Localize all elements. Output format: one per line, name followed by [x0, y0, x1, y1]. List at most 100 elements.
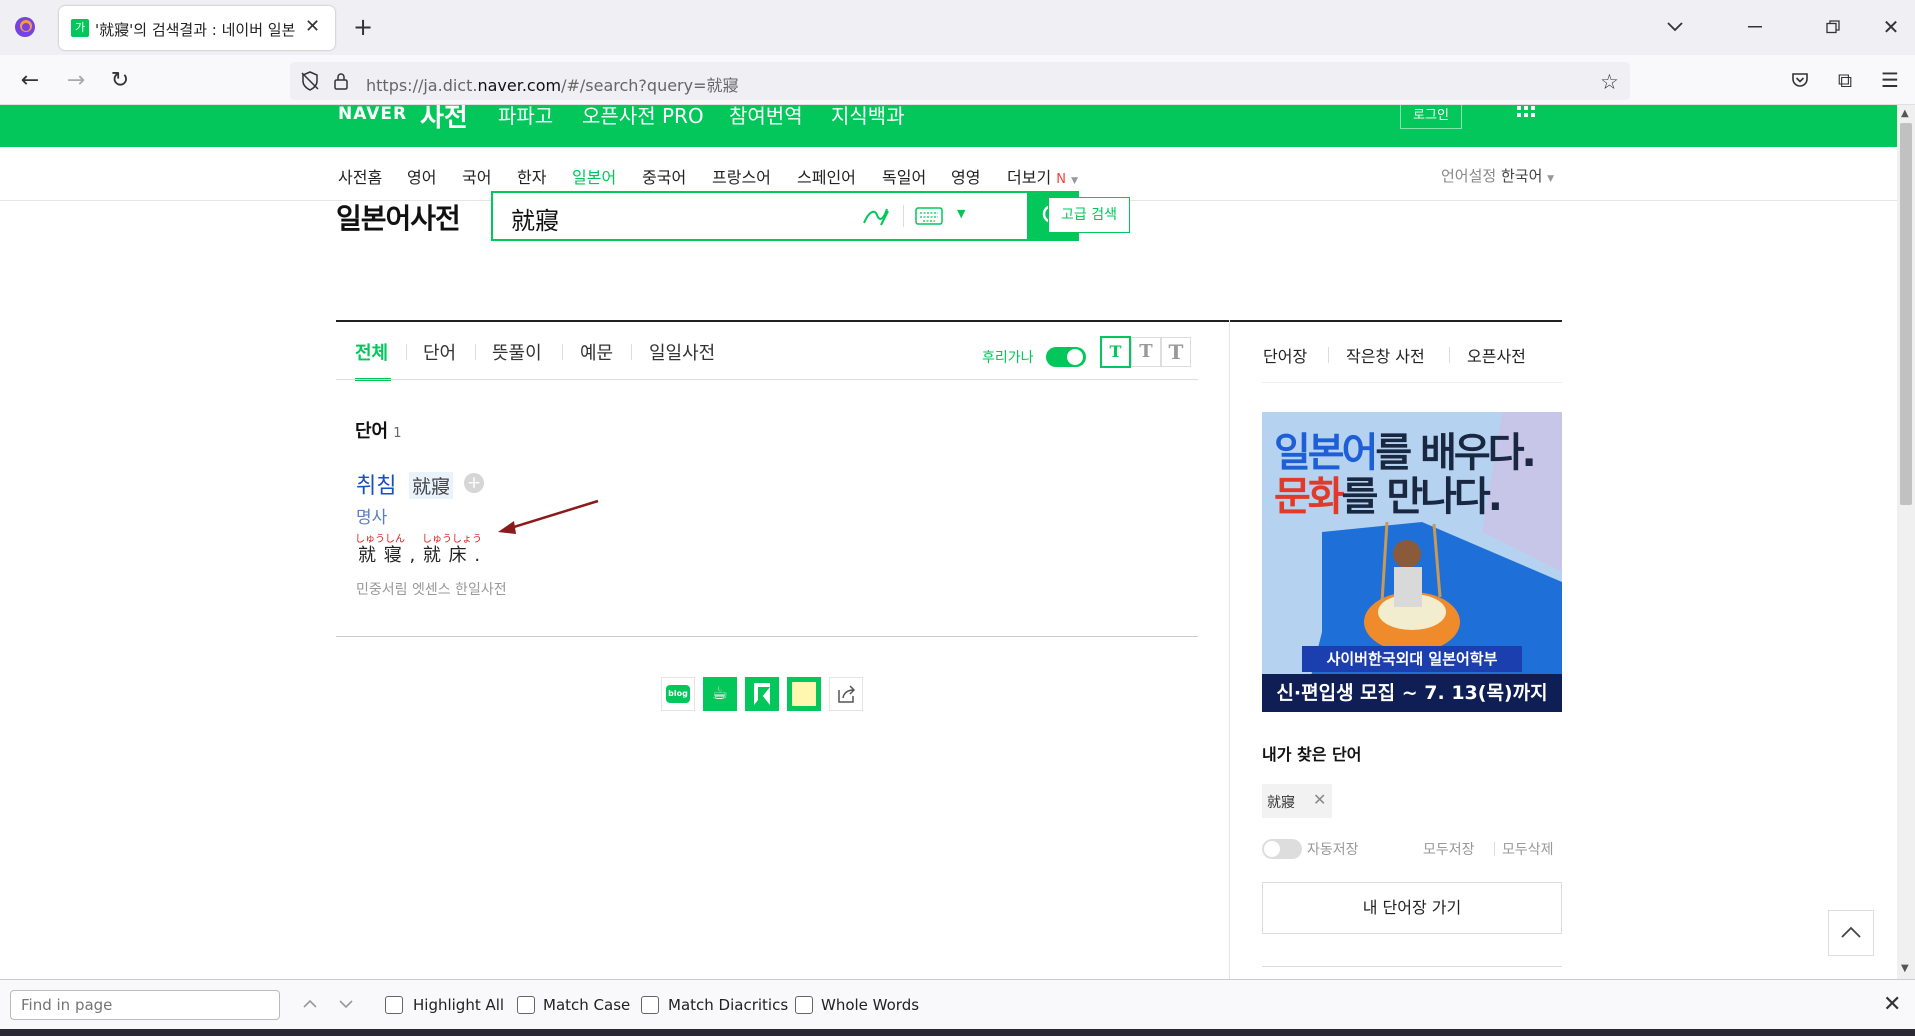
memo-paper [792, 682, 816, 706]
share-cafe-icon[interactable]: ☕ [703, 677, 737, 711]
pocket-icon[interactable] [1785, 65, 1815, 95]
lang-setting[interactable]: 언어설정 한국어 ▼ [1441, 165, 1554, 186]
side-tab-miniwindow[interactable]: 작은창 사전 [1346, 343, 1425, 367]
match-diacritics-label[interactable]: Match Diacritics [668, 996, 788, 1014]
autosave-toggle[interactable] [1262, 839, 1302, 859]
browser-tab[interactable]: 가 '就寢'의 검색결과 : 네이버 일본 ✕ [59, 6, 335, 50]
find-input[interactable] [10, 990, 280, 1020]
advanced-search-button[interactable]: 고급 검색 [1048, 197, 1130, 233]
header-link-opendict[interactable]: 오픈사전 PRO [582, 105, 704, 129]
match-case-checkbox[interactable] [517, 996, 535, 1014]
close-icon[interactable]: ✕ [1313, 790, 1326, 809]
side-tab-wordbook[interactable]: 단어장 [1263, 343, 1307, 367]
nav-item-spanish[interactable]: 스페인어 [797, 164, 856, 188]
side-tab-opendict[interactable]: 오픈사전 [1467, 343, 1526, 367]
keyboard-icon[interactable] [915, 207, 943, 229]
my-word-chip[interactable]: 就寢 ✕ [1262, 784, 1332, 818]
ad-banner[interactable]: 일본어를 배우다. 문화를 만나다. 사이버한국외대 일본어학부 신·편입생 모… [1262, 412, 1562, 712]
side-tab-separator [1449, 347, 1450, 363]
whole-words-label[interactable]: Whole Words [821, 996, 919, 1014]
my-words-title: 내가 찾은 단어 [1262, 745, 1362, 764]
search-input[interactable]: 就寢 [511, 201, 559, 236]
search-box: 就寢 ▼ [491, 191, 1029, 241]
nav-item-englishenglish[interactable]: 영영 [951, 164, 980, 188]
match-diacritics-checkbox[interactable] [641, 996, 659, 1014]
close-findbar-icon[interactable]: ✕ [1883, 992, 1901, 1017]
list-tabs-icon[interactable] [1660, 14, 1690, 40]
font-size-medium[interactable]: T [1131, 337, 1161, 367]
lock-icon[interactable] [333, 71, 349, 95]
nav-item-hanja[interactable]: 한자 [517, 164, 546, 188]
highlight-all-checkbox[interactable] [385, 996, 403, 1014]
furigana-toggle[interactable] [1046, 347, 1086, 367]
nav-item-french[interactable]: 프랑스어 [712, 164, 771, 188]
url-text[interactable]: https://ja.dict.naver.com/#/search?query… [366, 72, 739, 96]
forward-icon[interactable]: → [60, 65, 92, 95]
minimize-icon[interactable] [1740, 14, 1770, 40]
whole-words-checkbox[interactable] [795, 996, 813, 1014]
header-link-translation[interactable]: 참여번역 [729, 105, 803, 129]
header-link-papago[interactable]: 파파고 [498, 105, 553, 129]
share-keep-icon[interactable] [745, 677, 779, 711]
new-tab-icon[interactable]: + [348, 12, 378, 42]
tab-title: '就寢'의 검색결과 : 네이버 일본 [95, 21, 296, 39]
share-blog-icon[interactable]: blog [661, 677, 695, 711]
tracking-shield-icon[interactable] [300, 71, 320, 95]
match-case-label[interactable]: Match Case [543, 996, 630, 1014]
nav-item-korean[interactable]: 국어 [462, 164, 491, 188]
apps-grid-icon[interactable] [1516, 105, 1536, 129]
restore-icon[interactable] [1818, 14, 1848, 40]
nav-item-english[interactable]: 영어 [407, 164, 436, 188]
delete-all-button[interactable]: 모두삭제 [1502, 839, 1554, 859]
find-previous-icon[interactable] [298, 992, 322, 1020]
font-size-small[interactable]: T [1100, 336, 1131, 368]
scroll-up-arrow[interactable]: ▲ [1901, 108, 1909, 119]
extensions-icon[interactable]: ⧉ [1830, 65, 1860, 95]
header-link-knowledge[interactable]: 지식백과 [831, 105, 905, 129]
highlight-all-label[interactable]: Highlight All [413, 996, 504, 1014]
entry-word[interactable]: 취침 [356, 468, 396, 500]
nav-item-german[interactable]: 독일어 [882, 164, 926, 188]
close-window-icon[interactable]: ✕ [1876, 12, 1906, 42]
nav-item-more[interactable]: 더보기 N ▼ [1007, 164, 1078, 188]
scroll-down-arrow[interactable]: ▼ [1901, 963, 1909, 974]
save-all-button[interactable]: 모두저장 [1423, 839, 1475, 859]
section-count: 1 [393, 426, 402, 441]
naver-logo[interactable]: NAVER [338, 105, 407, 124]
ad-banner-strip-2: 신·편입생 모집 ~ 7. 13(목)까지 [1262, 674, 1562, 712]
font-size-large[interactable]: T [1161, 337, 1191, 367]
firefox-menu-icon[interactable] [12, 14, 38, 40]
tab-daily[interactable]: 일일사전 [649, 339, 715, 365]
entry-source[interactable]: 민중서림 엣센스 한일사전 [356, 579, 507, 599]
handwriting-icon[interactable] [861, 203, 891, 233]
tab-meaning[interactable]: 뜻풀이 [492, 339, 542, 365]
nav-item-home[interactable]: 사전홈 [338, 164, 382, 188]
back-icon[interactable]: ← [14, 65, 46, 95]
find-next-icon[interactable] [334, 992, 358, 1020]
tab-close-icon[interactable]: ✕ [305, 16, 320, 37]
share-icon[interactable] [829, 677, 863, 711]
entry-hanja[interactable]: 就寢 [409, 472, 454, 499]
reload-icon[interactable]: ↻ [104, 65, 136, 95]
page-scrollbar[interactable]: ▲ ▼ [1897, 105, 1915, 979]
keyboard-dropdown-icon[interactable]: ▼ [957, 207, 965, 220]
tab-example[interactable]: 예문 [580, 339, 613, 365]
login-button[interactable]: 로그인 [1400, 105, 1462, 129]
go-wordbook-button[interactable]: 내 단어장 가기 [1262, 882, 1562, 934]
nav-item-chinese[interactable]: 중국어 [642, 164, 686, 188]
scrollbar-thumb[interactable] [1900, 123, 1912, 505]
tab-word[interactable]: 단어 [423, 339, 456, 365]
naver-header: NAVER 사전 파파고 오픈사전 PRO 참여번역 지식백과 로그인 [0, 105, 1897, 147]
chevron-down-icon: ▼ [1071, 176, 1079, 186]
dict-label[interactable]: 사전 [420, 105, 468, 134]
bookmark-star-icon[interactable]: ☆ [1600, 70, 1619, 94]
entry-pos: 명사 [356, 508, 388, 528]
page-title: 일본어사전 [336, 202, 461, 235]
scroll-to-top-button[interactable] [1828, 910, 1874, 956]
tab-all[interactable]: 전체 [355, 339, 388, 365]
entry-meaning: 就 寝 , 就 床 . [358, 545, 482, 566]
app-menu-icon[interactable]: ☰ [1875, 65, 1905, 95]
share-memo-icon[interactable] [787, 677, 821, 711]
url-bar[interactable]: https://ja.dict.naver.com/#/search?query… [290, 62, 1630, 100]
add-to-wordbook-icon[interactable]: + [464, 473, 484, 493]
